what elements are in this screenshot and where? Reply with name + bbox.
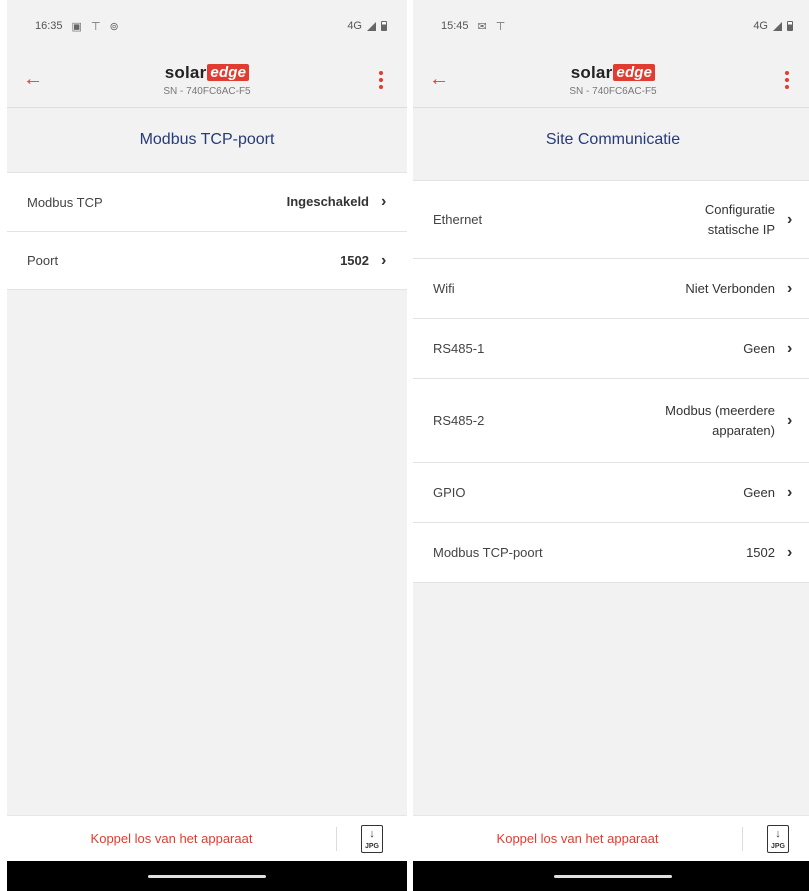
row-label: GPIO xyxy=(433,485,466,500)
serial-number: SN - 740FC6AC-F5 xyxy=(163,85,251,97)
row-label: Modbus TCP xyxy=(27,194,103,210)
system-nav-bar xyxy=(413,861,809,891)
row-value: Geen xyxy=(743,484,775,500)
arrow-left-icon: ← xyxy=(429,68,449,90)
back-button[interactable]: ← xyxy=(17,64,49,96)
chevron-right-icon: › xyxy=(787,279,793,297)
chevron-right-icon: › xyxy=(787,210,793,228)
row-value: 1502 xyxy=(746,544,775,560)
row-label: Wifi xyxy=(433,281,455,296)
kebab-menu-icon[interactable] xyxy=(771,64,803,96)
network-type: 4G xyxy=(753,20,768,32)
phone-screen-right: 15:45 ✉ ⊤ 4G ← solar edge SN - 740FC6AC-F… xyxy=(413,0,809,891)
row-rs485-1[interactable]: RS485-1 Geen › xyxy=(413,319,809,379)
row-value: Ingeschakeld xyxy=(286,194,369,209)
home-indicator[interactable] xyxy=(148,874,266,878)
row-label: Modbus TCP-poort xyxy=(433,545,543,560)
status-time: 16:35 xyxy=(35,20,63,32)
jpg-download-icon: ↓ JPG xyxy=(767,824,789,853)
jpg-download-icon: ↓ JPG xyxy=(361,824,383,853)
row-label: RS485-1 xyxy=(433,341,485,356)
settings-list: Modbus TCP Ingeschakeld › Poort 1502 › xyxy=(7,172,407,290)
row-ethernet[interactable]: Ethernet Configuratie statische IP › xyxy=(413,181,809,259)
row-rs485-2[interactable]: RS485-2 Modbus (meerdere apparaten) › xyxy=(413,379,809,463)
home-indicator[interactable] xyxy=(554,874,672,878)
row-value: Geen xyxy=(743,340,775,356)
solaredge-logo: solar edge xyxy=(165,63,250,83)
battery-icon xyxy=(787,21,793,31)
battery-icon xyxy=(381,21,387,31)
brand-header: solar edge SN - 740FC6AC-F5 xyxy=(569,63,656,97)
row-modbus-tcp[interactable]: Modbus TCP Ingeschakeld › xyxy=(7,173,407,232)
row-value: 1502 xyxy=(340,252,369,268)
disconnect-button[interactable]: Koppel los van het apparaat xyxy=(7,826,337,851)
footer-bar: Koppel los van het apparaat ↓ JPG xyxy=(413,815,809,861)
signal-antenna-icon: ⊤ xyxy=(90,20,101,33)
back-button[interactable]: ← xyxy=(423,64,455,96)
row-port[interactable]: Poort 1502 › xyxy=(7,232,407,290)
status-bar: 15:45 ✉ ⊤ 4G xyxy=(413,0,809,52)
export-jpg-button[interactable]: ↓ JPG xyxy=(743,824,809,853)
serial-number: SN - 740FC6AC-F5 xyxy=(569,85,657,97)
chevron-right-icon: › xyxy=(787,411,793,429)
row-value: Modbus (meerdere apparaten) xyxy=(665,402,775,438)
network-type: 4G xyxy=(347,20,362,32)
row-modbus-tcp-port[interactable]: Modbus TCP-poort 1502 › xyxy=(413,523,809,583)
cell-signal-icon xyxy=(367,21,376,31)
status-time: 15:45 xyxy=(441,20,469,32)
status-bar: 16:35 ▣ ⊤ ⊚ 4G xyxy=(7,0,407,52)
chevron-right-icon: › xyxy=(787,543,793,561)
settings-icon: ⊚ xyxy=(109,20,119,33)
page-title: Site Communicatie xyxy=(545,131,681,148)
signal-antenna-icon: ⊤ xyxy=(495,20,506,33)
image-icon: ▣ xyxy=(71,20,82,33)
chevron-right-icon: › xyxy=(381,251,387,269)
kebab-menu-icon[interactable] xyxy=(365,64,397,96)
row-label: RS485-2 xyxy=(433,413,485,428)
disconnect-button[interactable]: Koppel los van het apparaat xyxy=(413,826,743,851)
system-nav-bar xyxy=(7,861,407,891)
chevron-right-icon: › xyxy=(381,193,387,210)
chevron-right-icon: › xyxy=(787,339,793,357)
phone-screen-left: 16:35 ▣ ⊤ ⊚ 4G ← solar edge SN - 740FC6AC… xyxy=(7,0,407,891)
chevron-right-icon: › xyxy=(787,483,793,501)
row-value: Niet Verbonden xyxy=(685,280,775,296)
app-bar: ← solar edge SN - 740FC6AC-F5 xyxy=(413,52,809,108)
solaredge-logo: solar edge xyxy=(571,63,656,83)
page-title: Modbus TCP-poort xyxy=(139,131,275,148)
mail-icon: ✉ xyxy=(477,20,487,33)
row-wifi[interactable]: Wifi Niet Verbonden › xyxy=(413,259,809,319)
settings-list: Ethernet Configuratie statische IP › Wif… xyxy=(413,180,809,583)
footer-bar: Koppel los van het apparaat ↓ JPG xyxy=(7,815,407,861)
export-jpg-button[interactable]: ↓ JPG xyxy=(337,824,407,853)
brand-header: solar edge SN - 740FC6AC-F5 xyxy=(163,63,250,97)
cell-signal-icon xyxy=(773,21,782,31)
arrow-left-icon: ← xyxy=(23,68,43,90)
row-label: Poort xyxy=(27,253,59,268)
row-value: Configuratie statische IP xyxy=(704,201,775,237)
row-gpio[interactable]: GPIO Geen › xyxy=(413,463,809,523)
app-bar: ← solar edge SN - 740FC6AC-F5 xyxy=(7,52,407,108)
row-label: Ethernet xyxy=(433,212,483,227)
